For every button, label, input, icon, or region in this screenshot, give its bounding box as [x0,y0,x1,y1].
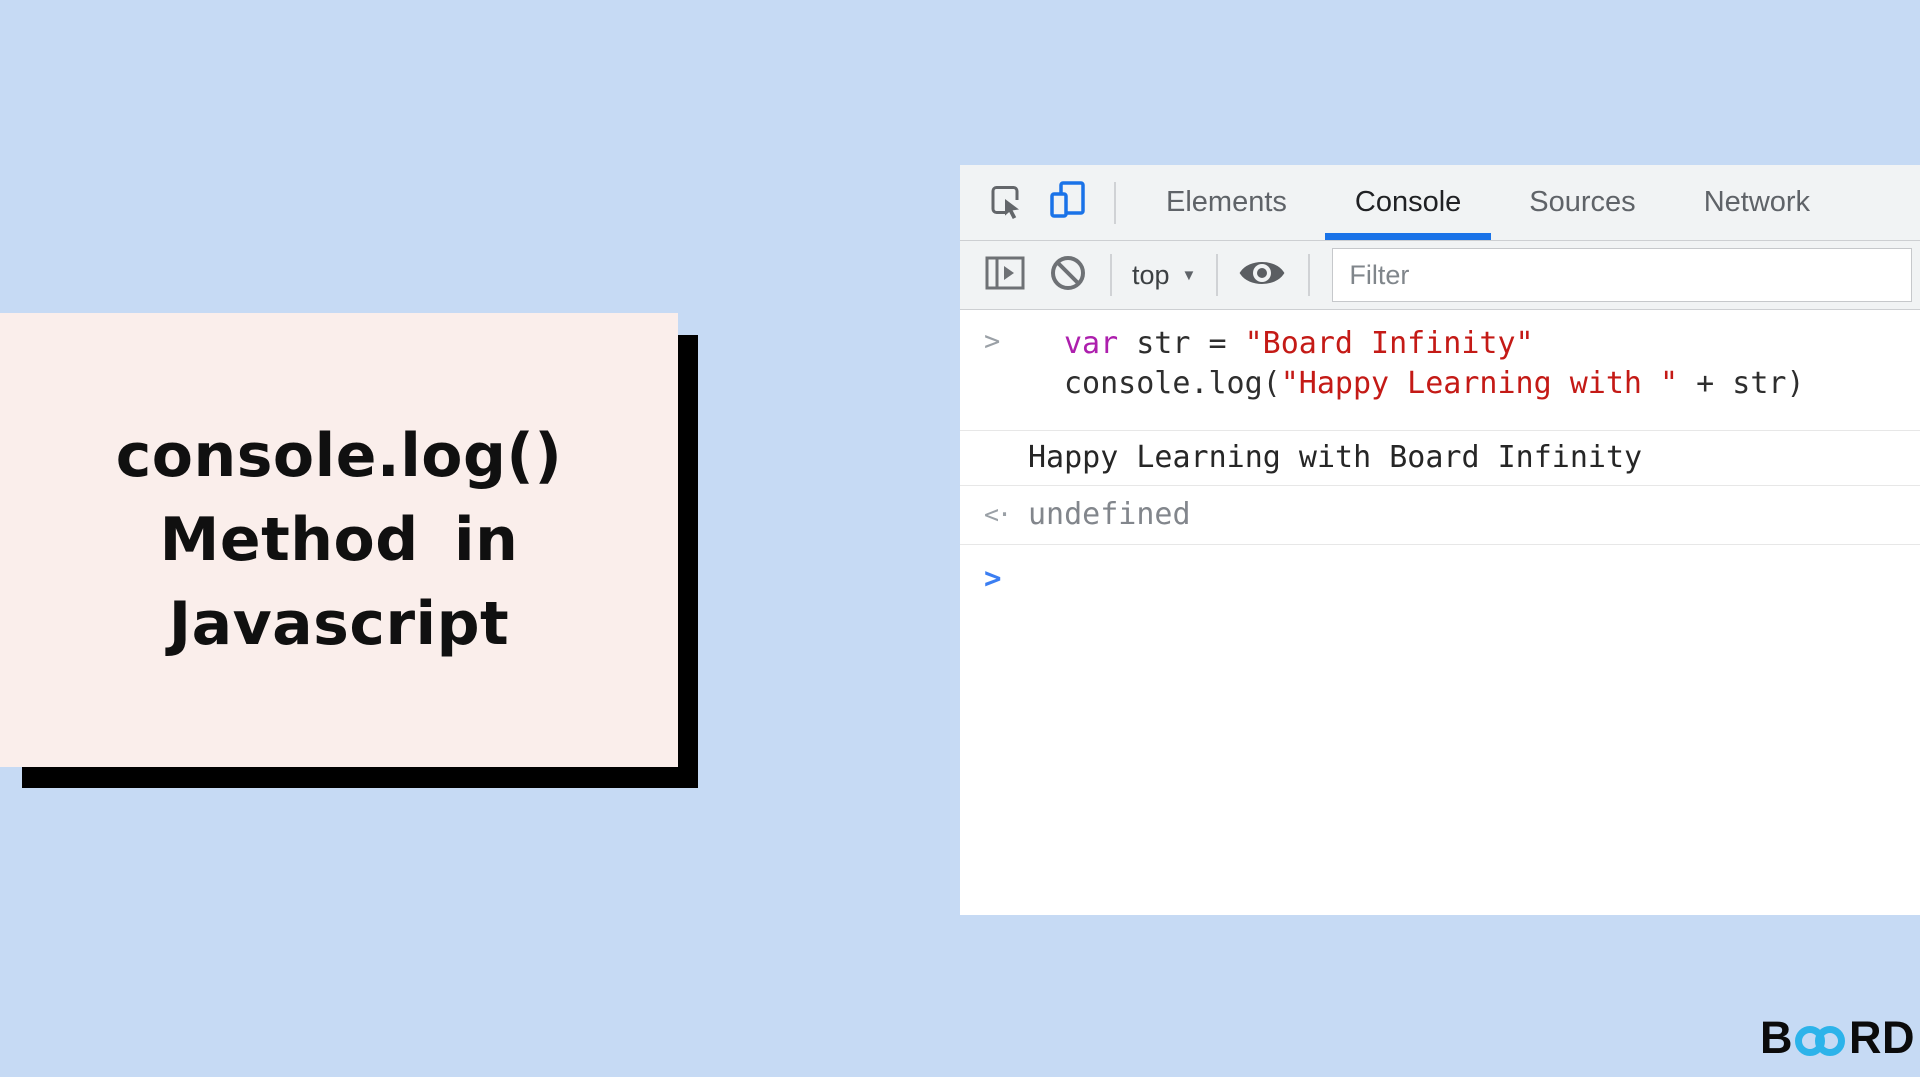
return-value-icon: <· [984,500,1012,529]
tabbar-separator [1114,181,1116,224]
console-prompt-row[interactable]: > [960,545,1920,616]
toggle-device-toolbar-button[interactable] [1048,179,1090,226]
console-sidebar-icon [984,254,1026,297]
create-live-expression-button[interactable] [1238,253,1286,298]
javascript-context-dropdown[interactable]: top ▼ [1132,260,1196,291]
title-text: console.log() Method in Javascript [116,414,563,666]
tab-network-label: Network [1703,186,1811,218]
tab-sources-label: Sources [1529,186,1636,218]
logo-suffix: RD [1849,1012,1915,1063]
title-line-3: Javascript [168,589,510,659]
devtools-tabs: Elements Console Sources Network [1132,165,1844,240]
console-log-entry: Happy Learning with Board Infinity [960,431,1920,486]
console-input-chevron-icon: > [984,326,1001,357]
poster-canvas: console.log() Method in Javascript Eleme… [0,0,1920,1080]
token-string: "Happy Learning with " [1280,366,1679,401]
tab-sources[interactable]: Sources [1495,165,1669,240]
token-keyword: var [1064,326,1119,361]
toolbar-separator-3 [1308,254,1311,296]
console-input-entry: > var str = "Board Infinity" console.log… [960,310,1920,431]
token-plain: str = [1118,326,1245,361]
eye-icon [1238,253,1286,298]
toolbar-separator-2 [1216,254,1219,296]
devtools-panel: Elements Console Sources Network top ▼ F… [960,165,1920,915]
log-gutter [960,438,1028,478]
inspect-element-button[interactable] [986,181,1024,224]
tab-elements-label: Elements [1166,186,1287,218]
return-value: undefined [1028,497,1191,532]
inspect-cursor-icon [986,181,1024,224]
code-line-1: var str = "Board Infinity" [1064,324,1805,364]
console-log-area: > var str = "Board Infinity" console.log… [960,310,1920,616]
clear-console-button[interactable] [1048,253,1088,298]
title-line-2: Method in [159,505,519,575]
toolbar-separator-1 [1110,254,1112,296]
title-line-1: console.log() [115,421,563,491]
tab-console-label: Console [1354,186,1462,218]
tab-network[interactable]: Network [1670,165,1844,240]
show-console-sidebar-button[interactable] [984,254,1026,297]
token-string: "Board Infinity" [1244,326,1534,361]
tab-console[interactable]: Console [1321,165,1495,240]
code-line-2: console.log("Happy Learning with " + str… [1064,364,1805,404]
console-return-entry: <· undefined [960,486,1920,545]
board-infinity-logo: B RD [1760,1012,1915,1064]
context-label: top [1132,259,1170,290]
console-toolbar: top ▼ [960,241,1920,310]
console-prompt-chevron-icon: > [984,561,1002,595]
log-message: Happy Learning with Board Infinity [1028,440,1643,475]
tab-elements[interactable]: Elements [1132,165,1321,240]
console-input-code: var str = "Board Infinity" console.log("… [1064,324,1805,404]
no-entry-circle-icon [1048,253,1088,298]
logo-prefix: B [1760,1012,1793,1063]
device-toolbar-icon [1048,179,1090,226]
filter-input[interactable] [1332,248,1912,302]
token-plain: + str) [1678,366,1805,401]
infinity-icon [1795,1026,1845,1056]
devtools-tab-bar: Elements Console Sources Network [960,165,1920,241]
token-plain: console.log( [1064,366,1281,401]
title-card: console.log() Method in Javascript [0,313,678,767]
chevron-down-icon: ▼ [1181,266,1197,284]
